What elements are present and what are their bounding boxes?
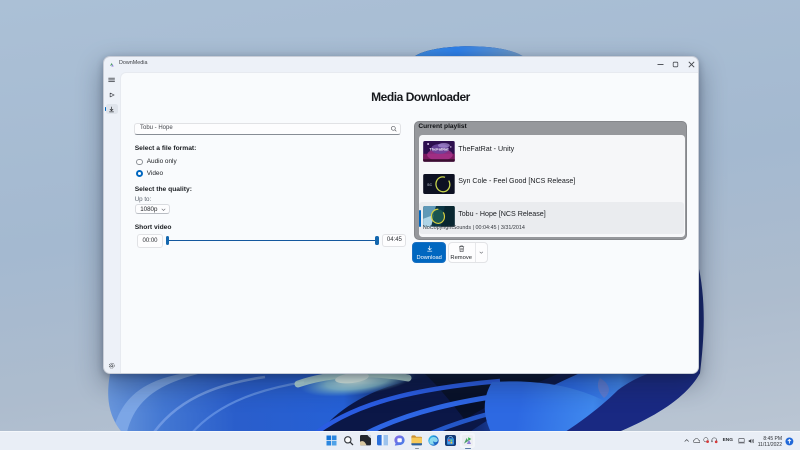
svg-text:SC: SC (427, 183, 432, 187)
svg-text:TheFatRat: TheFatRat (429, 146, 449, 151)
